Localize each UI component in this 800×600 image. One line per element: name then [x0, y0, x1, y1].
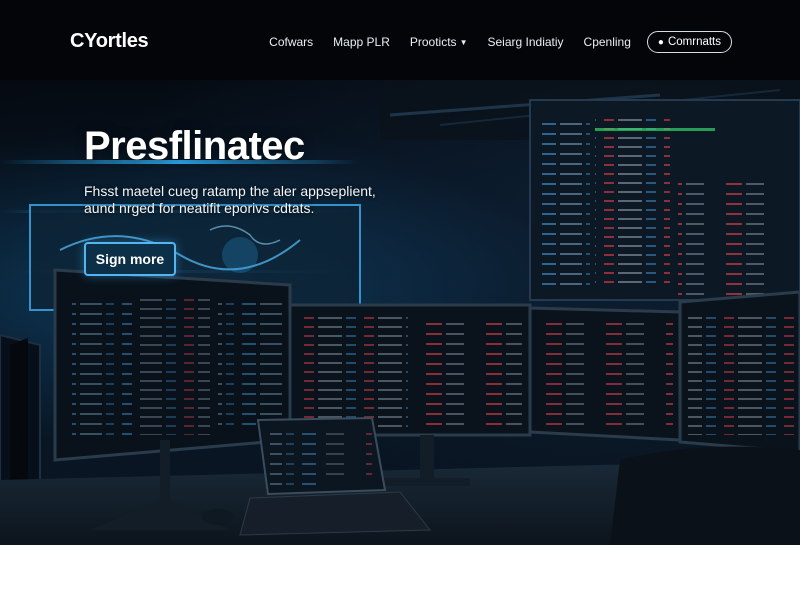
- nav-item-cofwars[interactable]: Cofwars: [269, 35, 313, 49]
- contacts-button[interactable]: ● Comrnatts: [646, 31, 732, 53]
- hero-section: Presflinatec Fhsst maetel cueg ratamp th…: [0, 80, 800, 545]
- nav-item-label: Cpenling: [583, 35, 631, 49]
- monitor-center: [288, 303, 532, 437]
- nav-item-label: Seiarg Indiatiy: [487, 35, 564, 49]
- nav-item-seiarg-indiatiy[interactable]: Seiarg Indiatiy: [487, 35, 563, 49]
- brand-logo[interactable]: CYortles: [70, 30, 149, 53]
- nav-item-label: Cofwars: [269, 35, 314, 49]
- nav-item-label: Prooticts: [409, 35, 457, 49]
- monitor-right: [528, 290, 800, 454]
- user-icon: ●: [657, 36, 664, 48]
- main-nav: Cofwars Mapp PLR Prooticts ▼ Seiarg Indi…: [269, 31, 732, 53]
- chevron-down-icon: ▼: [459, 37, 468, 47]
- hero-title: Presflinatec: [84, 124, 305, 168]
- sign-more-button[interactable]: Sign more: [84, 242, 176, 276]
- background-code-wall: [529, 99, 800, 301]
- page-bottom-area: [0, 545, 800, 600]
- nav-item-mapp-plr[interactable]: Mapp PLR: [333, 35, 390, 49]
- nav-item-cpenling[interactable]: Cpenling: [584, 35, 631, 49]
- monitor-left: [53, 268, 292, 462]
- landing-page: CYortles Cofwars Mapp PLR Prooticts ▼ Se…: [0, 0, 800, 600]
- contacts-button-label: Comrnatts: [667, 36, 721, 48]
- nav-item-prooticts[interactable]: Prooticts ▼: [410, 35, 468, 49]
- nav-item-label: Mapp PLR: [333, 35, 390, 49]
- hero-subtitle: Fhsst maetel cueg ratamp the aler appsep…: [84, 183, 376, 216]
- site-header: CYortles Cofwars Mapp PLR Prooticts ▼ Se…: [0, 0, 800, 80]
